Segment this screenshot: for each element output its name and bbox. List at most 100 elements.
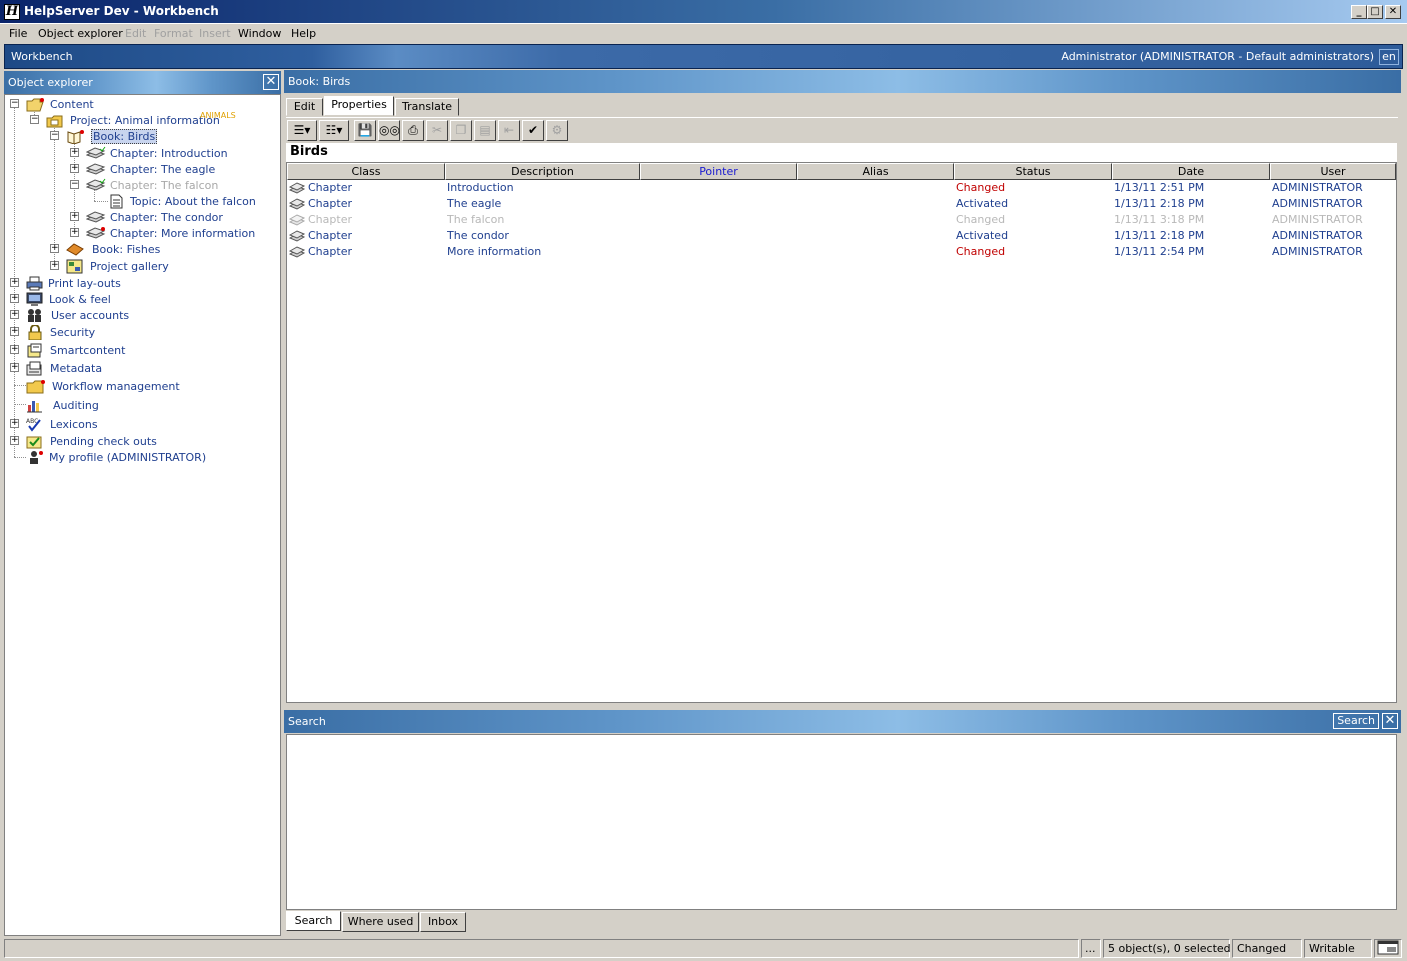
expand-icon[interactable]: + bbox=[70, 228, 79, 237]
cell-class: Chapter bbox=[308, 213, 352, 226]
tab-translate[interactable]: Translate bbox=[395, 98, 459, 116]
expand-icon[interactable]: + bbox=[10, 278, 19, 287]
menu-object-explorer[interactable]: Object explorer bbox=[38, 27, 123, 40]
expand-icon[interactable]: + bbox=[70, 148, 79, 157]
tree-item-topic-about-the-falcon[interactable]: Topic: About the falcon bbox=[5, 194, 275, 210]
preview-button[interactable]: ◎◎ bbox=[378, 120, 400, 141]
menu-help[interactable]: Help bbox=[291, 27, 316, 40]
column-header-date[interactable]: Date bbox=[1112, 163, 1270, 180]
project-folder-icon bbox=[46, 113, 63, 128]
tree-item-chapter-more-information[interactable]: + Chapter: More information bbox=[5, 226, 275, 242]
outdent-button[interactable]: ⇤ bbox=[498, 120, 520, 141]
expand-icon[interactable]: + bbox=[10, 436, 19, 445]
book-icon bbox=[66, 242, 84, 257]
tree-item-look-and-feel[interactable]: + Look & feel bbox=[5, 292, 275, 308]
collapse-icon[interactable]: − bbox=[70, 180, 79, 189]
menu-edit[interactable]: Edit bbox=[125, 27, 146, 40]
cell-description: The falcon bbox=[447, 213, 505, 226]
expand-icon[interactable]: + bbox=[10, 363, 19, 372]
column-header-class[interactable]: Class bbox=[287, 163, 445, 180]
expand-icon[interactable]: + bbox=[70, 212, 79, 221]
tree-item-chapter-the-falcon[interactable]: − Chapter: The falcon bbox=[5, 178, 275, 194]
search-header: Search Search ✕ bbox=[284, 710, 1401, 733]
tree-item-smartcontent[interactable]: + Smartcontent bbox=[5, 343, 275, 359]
tab-where-used[interactable]: Where used bbox=[342, 912, 419, 932]
collapse-icon[interactable]: − bbox=[10, 99, 19, 108]
list-options-dropdown-button[interactable]: ☷▾ bbox=[319, 120, 349, 141]
cell-date: 1/13/11 2:54 PM bbox=[1114, 245, 1205, 258]
spellcheck-button[interactable]: ✔ bbox=[522, 120, 544, 141]
expand-icon[interactable]: + bbox=[10, 310, 19, 319]
close-window-button[interactable]: ✕ bbox=[1385, 5, 1401, 19]
tree-item-auditing[interactable]: Auditing bbox=[5, 398, 275, 414]
tree-item-book-birds[interactable]: − Book: Birds bbox=[5, 129, 275, 145]
menu-format[interactable]: Format bbox=[154, 27, 193, 40]
chapter-icon bbox=[85, 226, 106, 241]
close-explorer-icon[interactable]: ✕ bbox=[263, 74, 279, 90]
tree-item-my-profile[interactable]: My profile (ADMINISTRATOR) bbox=[5, 450, 275, 466]
menu-insert[interactable]: Insert bbox=[199, 27, 231, 40]
close-search-icon[interactable]: ✕ bbox=[1382, 713, 1398, 729]
expand-icon[interactable]: + bbox=[70, 164, 79, 173]
tree-item-chapter-the-condor[interactable]: + Chapter: The condor bbox=[5, 210, 275, 226]
column-header-alias[interactable]: Alias bbox=[797, 163, 954, 180]
print-button[interactable]: ⎙ bbox=[402, 120, 424, 141]
content-table: Class Description Pointer Alias Status D… bbox=[286, 162, 1397, 703]
paste-button[interactable]: ▤ bbox=[474, 120, 496, 141]
list-view-dropdown-button[interactable]: ☰▾ bbox=[287, 120, 317, 141]
status-more-button[interactable]: ... bbox=[1081, 939, 1101, 958]
expand-icon[interactable]: + bbox=[10, 419, 19, 428]
tree-item-metadata[interactable]: + Metadata bbox=[5, 361, 275, 377]
tree-item-chapter-the-eagle[interactable]: + Chapter: The eagle bbox=[5, 162, 275, 178]
tree-item-project-gallery[interactable]: + Project gallery bbox=[5, 259, 275, 275]
tree-item-pending-check-outs[interactable]: + Pending check outs bbox=[5, 434, 275, 450]
minimize-button[interactable]: _ bbox=[1351, 5, 1367, 19]
spellcheck-icon: ABC bbox=[26, 417, 42, 432]
tab-properties[interactable]: Properties bbox=[324, 96, 394, 116]
column-header-status[interactable]: Status bbox=[954, 163, 1112, 180]
tree-item-workflow-management[interactable]: Workflow management bbox=[5, 379, 275, 395]
expand-icon[interactable]: + bbox=[50, 261, 59, 270]
tree-item-user-accounts[interactable]: + User accounts bbox=[5, 308, 275, 324]
status-panel-icon[interactable] bbox=[1374, 939, 1402, 958]
save-button[interactable]: 💾 bbox=[354, 120, 376, 141]
collapse-icon[interactable]: − bbox=[30, 115, 39, 124]
maximize-button[interactable]: □ bbox=[1367, 5, 1383, 19]
tree-item-security[interactable]: + Security bbox=[5, 324, 275, 341]
status-message bbox=[4, 939, 1079, 958]
tab-edit[interactable]: Edit bbox=[286, 98, 323, 116]
tab-inbox[interactable]: Inbox bbox=[420, 912, 466, 932]
menu-file[interactable]: File bbox=[9, 27, 27, 40]
copy-button[interactable]: ❐ bbox=[450, 120, 472, 141]
expand-icon[interactable]: + bbox=[10, 327, 19, 336]
cell-status: Changed bbox=[956, 181, 1006, 194]
tree-item-chapter-introduction[interactable]: + Chapter: Introduction bbox=[5, 146, 275, 162]
tree-item-project-animal-information[interactable]: − Project: Animal information ANIMALS bbox=[5, 111, 275, 129]
column-header-description[interactable]: Description bbox=[445, 163, 640, 180]
cell-status: Activated bbox=[956, 229, 1009, 242]
cut-button[interactable]: ✂ bbox=[426, 120, 448, 141]
tree-item-lexicons[interactable]: + ABC Lexicons bbox=[5, 417, 275, 433]
column-header-pointer[interactable]: Pointer bbox=[640, 163, 797, 180]
column-header-user[interactable]: User bbox=[1270, 163, 1396, 180]
search-button[interactable]: Search bbox=[1333, 713, 1379, 729]
tree-item-print-layouts[interactable]: + Print lay-outs bbox=[5, 276, 275, 292]
tab-search[interactable]: Search bbox=[286, 911, 341, 931]
explorer-tree: − Content − Project: Animal information … bbox=[4, 94, 281, 936]
metadata-icon bbox=[26, 361, 42, 376]
topic-icon bbox=[108, 194, 124, 209]
expand-icon[interactable]: + bbox=[50, 244, 59, 253]
tree-item-book-fishes[interactable]: + Book: Fishes bbox=[5, 242, 275, 258]
search-results-area[interactable] bbox=[286, 734, 1397, 910]
cell-date: 1/13/11 3:18 PM bbox=[1114, 213, 1205, 226]
collapse-icon[interactable]: − bbox=[50, 131, 59, 140]
chapter-icon bbox=[288, 182, 306, 194]
status-state: Changed bbox=[1232, 939, 1302, 958]
menu-window[interactable]: Window bbox=[238, 27, 281, 40]
folder-open-icon bbox=[26, 97, 44, 112]
chapter-icon bbox=[288, 214, 306, 226]
expand-icon[interactable]: + bbox=[10, 294, 19, 303]
language-button[interactable]: en bbox=[1379, 49, 1399, 65]
settings-button[interactable]: ⚙ bbox=[546, 120, 568, 141]
expand-icon[interactable]: + bbox=[10, 345, 19, 354]
